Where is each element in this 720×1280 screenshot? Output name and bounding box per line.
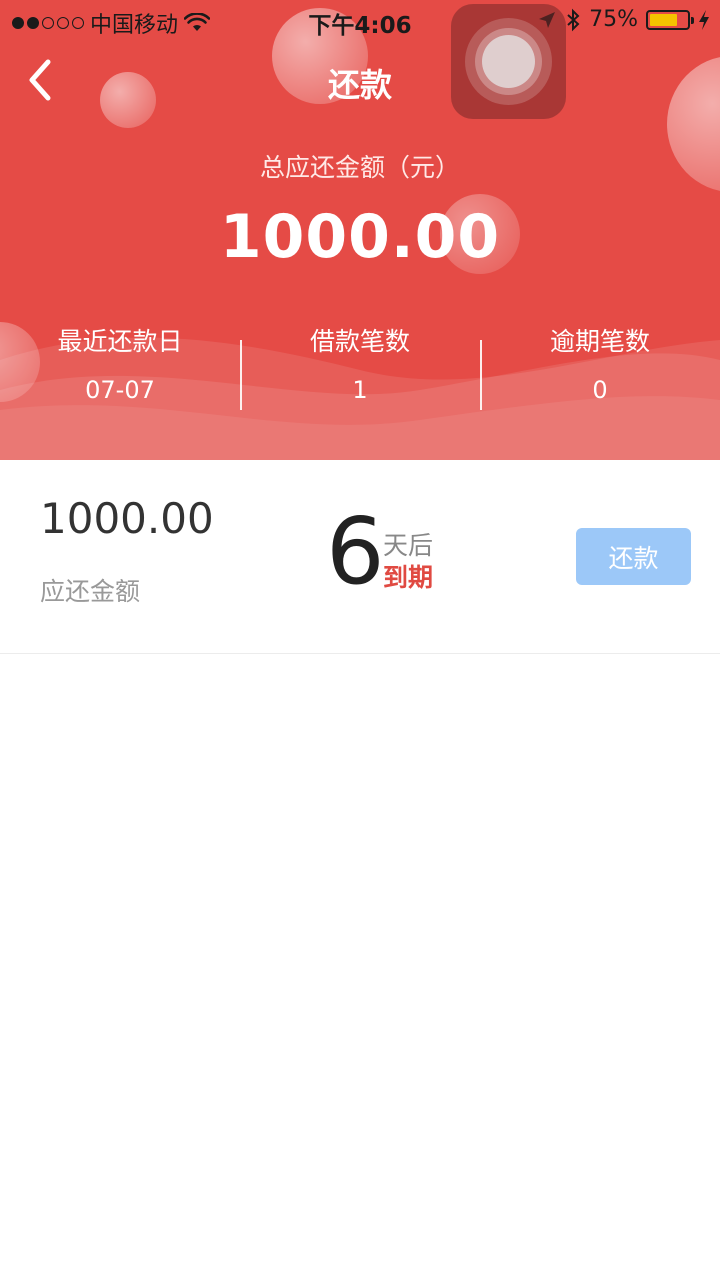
days-until-due: 6 — [326, 498, 385, 605]
loan-item: 1000.00 应还金额 6 天后 到期 还款 — [0, 460, 720, 654]
days-suffix: 天后 — [383, 531, 434, 560]
repay-button[interactable]: 还款 — [576, 528, 691, 585]
stat-value: 0 — [592, 376, 608, 404]
charging-bolt-icon — [699, 9, 709, 30]
bluetooth-icon — [567, 8, 580, 31]
battery-percent: 75% — [589, 7, 638, 32]
total-amount-value: 1000.00 — [219, 202, 501, 272]
page-title: 还款 — [327, 66, 392, 104]
stat-label: 逾期笔数 — [549, 327, 650, 356]
stat-recent-repayment-date: 最近还款日 07-07 — [0, 322, 240, 412]
due-label: 到期 — [383, 563, 434, 592]
stat-divider — [240, 340, 242, 410]
status-bar: 中国移动 下午4:06 75% — [0, 0, 720, 40]
stat-label: 最近还款日 — [57, 327, 183, 356]
stat-value: 1 — [352, 376, 368, 404]
summary-header: 中国移动 下午4:06 75% 还款 总应还金额（元） 1000.00 最近还款… — [0, 0, 720, 460]
stat-label: 借款笔数 — [309, 327, 410, 356]
loan-amount-label: 应还金额 — [40, 577, 141, 606]
total-amount-label: 总应还金额（元） — [259, 153, 460, 182]
stat-loan-count: 借款笔数 1 — [240, 322, 480, 412]
loan-amount: 1000.00 — [40, 494, 214, 543]
summary-stats: 最近还款日 07-07 借款笔数 1 逾期笔数 0 — [0, 322, 720, 412]
stat-value: 07-07 — [85, 376, 155, 404]
stat-divider — [480, 340, 482, 410]
assistive-touch-button[interactable] — [451, 4, 566, 119]
stat-overdue-count: 逾期笔数 0 — [480, 322, 720, 412]
battery-icon — [646, 9, 694, 30]
battery-level — [650, 13, 677, 26]
repayment-page: 中国移动 下午4:06 75% 还款 总应还金额（元） 1000.00 最近还款… — [0, 0, 720, 1280]
